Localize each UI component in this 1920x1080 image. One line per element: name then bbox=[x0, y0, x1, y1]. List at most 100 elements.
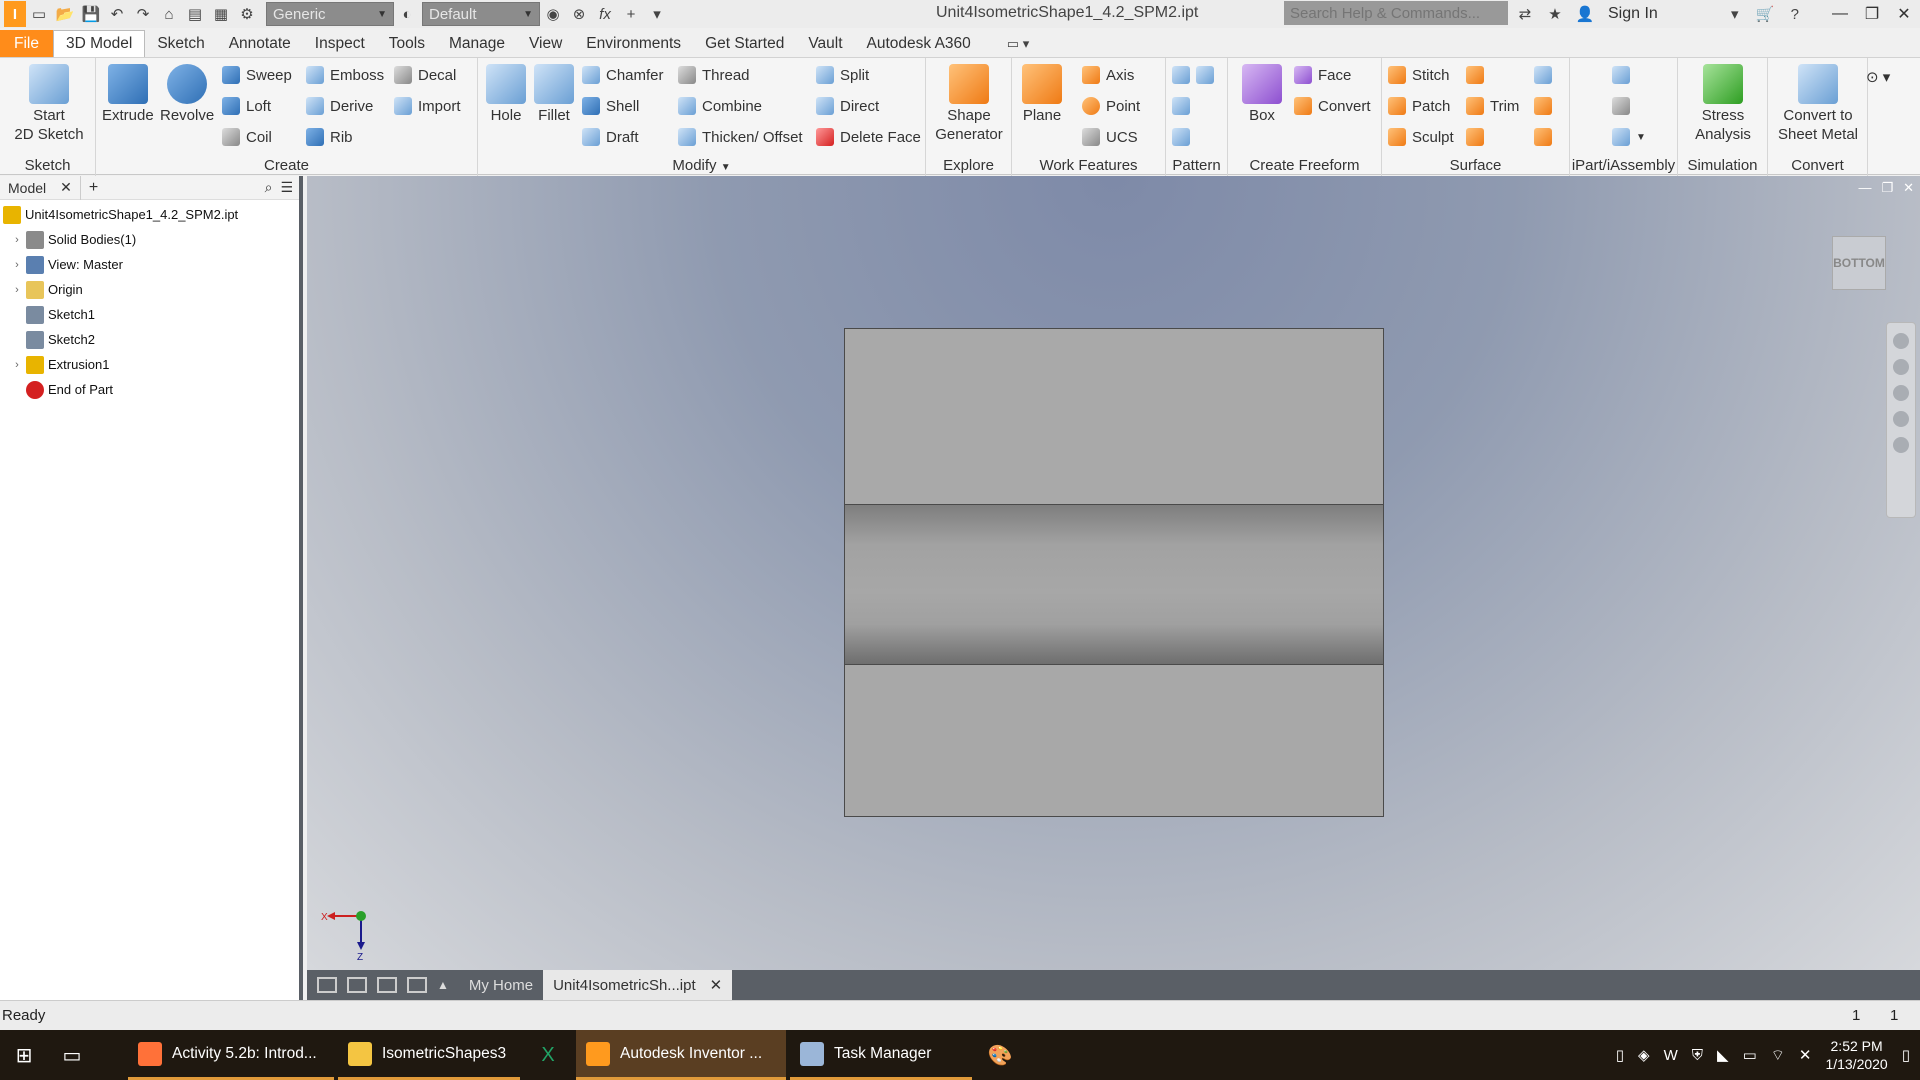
sweep-button[interactable]: Sweep bbox=[222, 62, 292, 88]
zoom-icon[interactable] bbox=[1893, 385, 1909, 401]
color-icon[interactable]: ◈ bbox=[1638, 1046, 1650, 1064]
draft-button[interactable]: Draft bbox=[582, 124, 639, 150]
taskbar-app[interactable]: Autodesk Inventor ... bbox=[576, 1030, 786, 1080]
loft-button[interactable]: Loft bbox=[222, 93, 271, 119]
tile-vertical-icon[interactable] bbox=[407, 977, 427, 993]
adjust-appearance-icon[interactable]: ◉ bbox=[540, 3, 566, 25]
tab-vault[interactable]: Vault bbox=[796, 30, 854, 57]
expand-arrow-icon[interactable]: › bbox=[11, 359, 23, 371]
restore-icon[interactable]: ❐ bbox=[1881, 180, 1893, 196]
open-file-icon[interactable]: 📂 bbox=[52, 3, 78, 25]
browser-tab-model[interactable]: Model ✕ bbox=[0, 175, 81, 200]
ruled-surface-button[interactable] bbox=[1466, 62, 1484, 88]
inventor-logo-icon[interactable]: I bbox=[4, 1, 26, 27]
circular-pattern-button[interactable] bbox=[1172, 93, 1190, 119]
cascade-windows-icon[interactable] bbox=[317, 977, 337, 993]
tab-active-document[interactable]: Unit4IsometricSh...ipt ✕ bbox=[543, 970, 733, 1000]
home-icon[interactable]: ⌂ bbox=[156, 3, 182, 25]
favorites-icon[interactable]: ★ bbox=[1542, 3, 1568, 25]
cart-icon[interactable]: 🛒 bbox=[1752, 3, 1778, 25]
tree-item[interactable]: Sketch2 bbox=[0, 327, 299, 352]
plane-button[interactable]: Plane bbox=[1022, 64, 1062, 125]
trim-button[interactable]: Trim bbox=[1466, 93, 1519, 119]
thread-button[interactable]: Thread bbox=[678, 62, 750, 88]
minimize-icon[interactable]: — bbox=[1824, 0, 1856, 28]
convert-to-sheet-metal-button[interactable]: Convert to Sheet Metal bbox=[1774, 64, 1862, 144]
close-icon[interactable]: ✕ bbox=[710, 976, 723, 994]
derive-button[interactable]: Derive bbox=[306, 93, 373, 119]
windows-start-icon[interactable]: ⊞ bbox=[0, 1030, 48, 1080]
print-icon[interactable]: ▤ bbox=[182, 3, 208, 25]
wifi-icon[interactable]: ⌔ bbox=[1771, 1046, 1785, 1065]
start-2d-sketch-button[interactable]: Start 2D Sketch bbox=[12, 64, 86, 144]
tree-item[interactable]: › Extrusion1 bbox=[0, 352, 299, 377]
taskbar-app[interactable]: Activity 5.2b: Introd... bbox=[128, 1030, 334, 1080]
point-button[interactable]: Point bbox=[1082, 93, 1140, 119]
color-wheel-icon[interactable]: ◐ bbox=[394, 3, 420, 25]
create-ipart-button[interactable] bbox=[1612, 62, 1630, 88]
task-view-icon[interactable]: ▭ bbox=[48, 1030, 96, 1080]
part-face-top[interactable] bbox=[844, 328, 1384, 505]
tile-windows-icon[interactable] bbox=[347, 977, 367, 993]
split-button[interactable]: Split bbox=[816, 62, 869, 88]
tree-item[interactable]: Sketch1 bbox=[0, 302, 299, 327]
convert-button[interactable]: Convert bbox=[1294, 93, 1371, 119]
tab-manage[interactable]: Manage bbox=[437, 30, 517, 57]
rib-button[interactable]: Rib bbox=[306, 124, 353, 150]
rectangular-pattern-button[interactable] bbox=[1172, 62, 1214, 88]
tab-3d-model[interactable]: 3D Model bbox=[52, 30, 146, 57]
edit-factory-button[interactable] bbox=[1612, 93, 1630, 119]
fit-mesh-button[interactable] bbox=[1534, 124, 1552, 150]
paint-icon[interactable]: 🎨 bbox=[976, 1030, 1024, 1080]
tab-get-started[interactable]: Get Started bbox=[693, 30, 796, 57]
nvidia-icon[interactable]: ◣ bbox=[1717, 1046, 1729, 1064]
add-icon[interactable]: + bbox=[618, 3, 644, 25]
stress-analysis-button[interactable]: Stress Analysis bbox=[1692, 64, 1754, 144]
search-help-input[interactable] bbox=[1284, 1, 1508, 25]
shell-button[interactable]: Shell bbox=[582, 93, 639, 119]
panel-modify-label[interactable]: Modify ▼ bbox=[478, 157, 925, 174]
ribbon-options-button[interactable]: ⊙ ▾ bbox=[1866, 64, 1890, 90]
emboss-button[interactable]: Emboss bbox=[306, 62, 384, 88]
menu-icon[interactable]: ☰ bbox=[280, 179, 293, 196]
combine-button[interactable]: Combine bbox=[678, 93, 762, 119]
viewcube[interactable]: BOTTOM bbox=[1832, 236, 1886, 290]
hole-button[interactable]: Hole bbox=[486, 64, 526, 125]
decal-button[interactable]: Decal bbox=[394, 62, 456, 88]
navigation-bar[interactable] bbox=[1886, 322, 1916, 518]
save-icon[interactable]: 💾 bbox=[78, 3, 104, 25]
sign-in-link[interactable]: Sign In bbox=[1608, 5, 1658, 23]
tab-file[interactable]: File bbox=[0, 30, 53, 57]
taskbar-app[interactable]: IsometricShapes3 bbox=[338, 1030, 520, 1080]
tree-item[interactable]: End of Part bbox=[0, 377, 299, 402]
clock[interactable]: 2:52 PM 1/13/2020 bbox=[1825, 1037, 1887, 1073]
ribbon-display-toggle-icon[interactable]: ▭ ▾ bbox=[1007, 30, 1029, 57]
search-icon[interactable]: ⌕ bbox=[265, 179, 273, 196]
sculpt-button[interactable]: Sculpt bbox=[1388, 124, 1454, 150]
excel-icon[interactable]: X bbox=[524, 1030, 572, 1080]
coil-button[interactable]: Coil bbox=[222, 124, 272, 150]
battery-icon[interactable]: ▭ bbox=[1743, 1046, 1757, 1064]
steering-wheel-icon[interactable] bbox=[1893, 333, 1909, 349]
update-icon[interactable]: ⚙ bbox=[234, 3, 260, 25]
tab-annotate[interactable]: Annotate bbox=[217, 30, 303, 57]
tabs-menu-icon[interactable]: ▲ bbox=[427, 970, 459, 1000]
extend-button[interactable] bbox=[1466, 124, 1484, 150]
box-button[interactable]: Box bbox=[1242, 64, 1282, 125]
close-icon[interactable]: ✕ bbox=[60, 179, 72, 196]
appearance-select[interactable]: Default ▼ bbox=[422, 2, 540, 26]
tab-view[interactable]: View bbox=[517, 30, 574, 57]
edit-member-button[interactable]: ▼ bbox=[1612, 124, 1646, 150]
tablet-icon[interactable]: ▯ bbox=[1616, 1046, 1624, 1064]
expand-arrow-icon[interactable]: › bbox=[11, 259, 23, 271]
pan-icon[interactable] bbox=[1893, 359, 1909, 375]
expand-arrow-icon[interactable]: › bbox=[11, 234, 23, 246]
ucs-button[interactable]: UCS bbox=[1082, 124, 1138, 150]
volume-muted-icon[interactable]: ✕ bbox=[1799, 1046, 1812, 1064]
material-select[interactable]: Generic ▼ bbox=[266, 2, 394, 26]
repair-bodies-button[interactable] bbox=[1534, 93, 1552, 119]
tile-horizontal-icon[interactable] bbox=[377, 977, 397, 993]
add-browser-tab-icon[interactable]: + bbox=[81, 179, 106, 197]
shield-icon[interactable]: ⛨ bbox=[1692, 1047, 1703, 1064]
word-icon[interactable]: W bbox=[1664, 1047, 1678, 1064]
